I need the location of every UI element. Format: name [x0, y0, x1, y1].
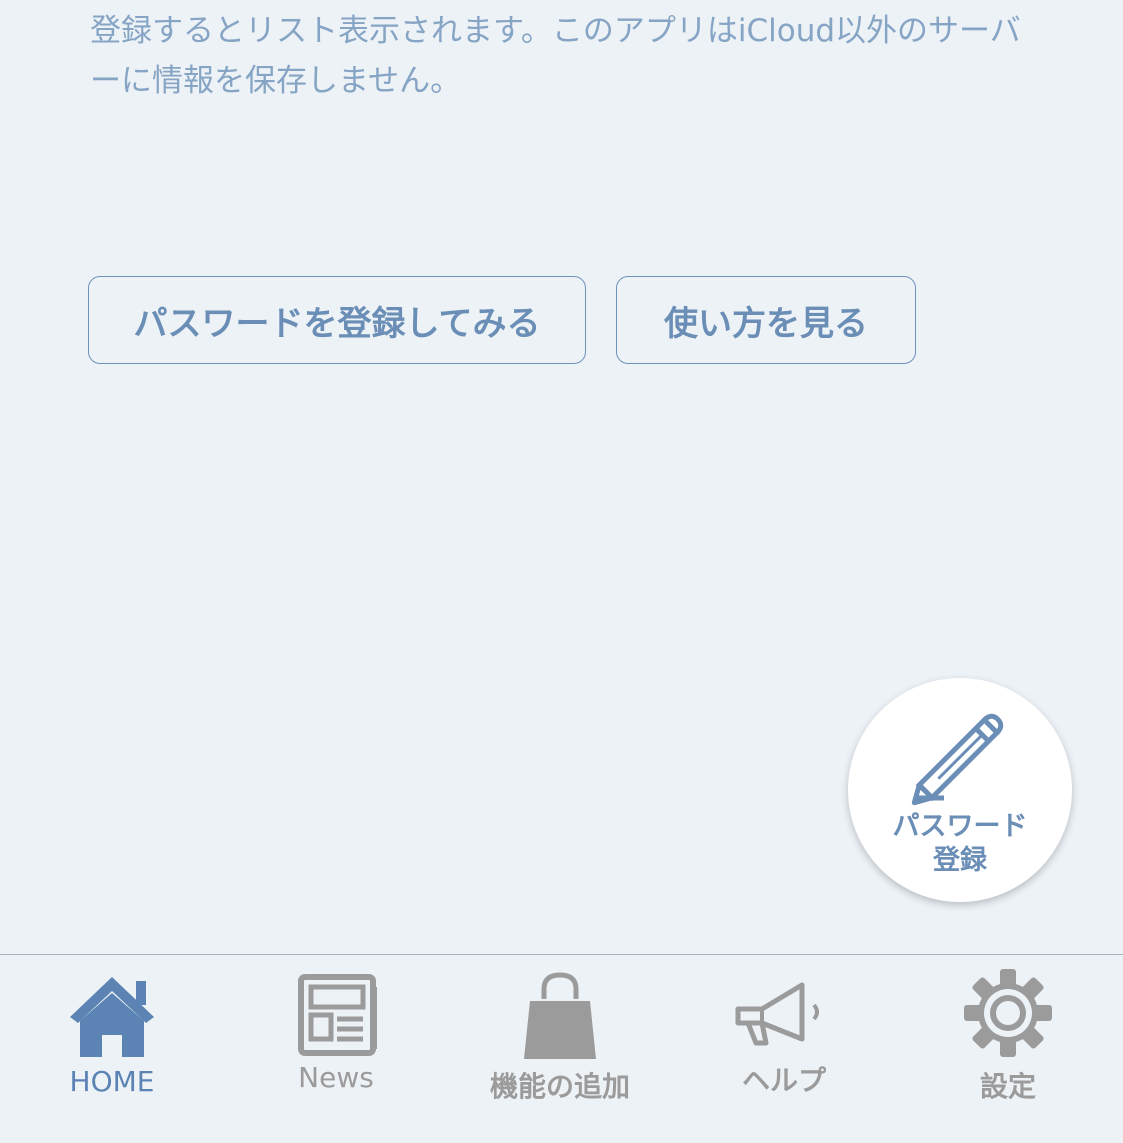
tab-news-label: News — [298, 1061, 374, 1094]
tab-help[interactable]: ヘルプ — [672, 955, 896, 1143]
tab-settings[interactable]: 設定 — [896, 955, 1120, 1143]
register-password-fab[interactable]: パスワード 登録 — [848, 678, 1072, 902]
fab-label: パスワード 登録 — [848, 810, 1072, 878]
tab-settings-label: 設定 — [979, 1070, 1036, 1103]
tab-home[interactable]: HOME — [0, 955, 224, 1143]
register-password-button[interactable]: パスワードを登録してみる — [88, 276, 586, 364]
tab-bar: HOME News 機能の追加 ヘルプ 設定 — [0, 954, 1123, 1143]
empty-state-message: 登録するとリスト表示されます。このアプリはiCloud以外のサーバーに情報を保存… — [90, 13, 1021, 99]
tab-add-features[interactable]: 機能の追加 — [448, 955, 672, 1143]
tab-home-label: HOME — [69, 1065, 155, 1098]
newspaper-icon — [298, 974, 377, 1056]
tab-news[interactable]: News — [224, 955, 448, 1143]
tab-help-label: ヘルプ — [741, 1064, 826, 1097]
home-icon — [70, 977, 154, 1057]
tab-add-features-label: 機能の追加 — [489, 1070, 630, 1103]
megaphone-icon — [735, 982, 819, 1046]
gear-icon — [964, 969, 1052, 1057]
fab-label-line1: パスワード — [892, 811, 1028, 842]
how-to-use-button[interactable]: 使い方を見る — [616, 276, 916, 364]
pencil-icon — [911, 713, 1004, 806]
fab-label-line2: 登録 — [933, 845, 987, 876]
shopping-bag-icon — [524, 972, 596, 1059]
